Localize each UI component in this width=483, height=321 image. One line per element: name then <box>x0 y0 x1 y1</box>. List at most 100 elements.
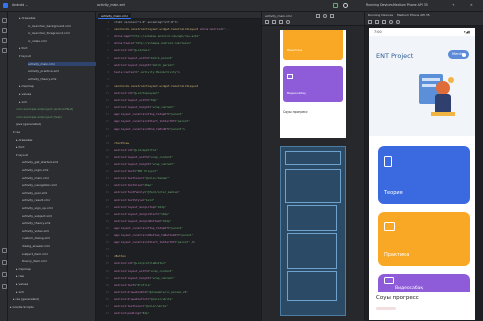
design-mode-icon[interactable] <box>316 14 320 18</box>
design-card-practice[interactable]: Практика <box>283 30 343 60</box>
running-devices-title[interactable]: Running Devices <box>366 3 393 7</box>
code-line[interactable]: <androidx.constraintlayout.widget.Constr… <box>114 84 198 89</box>
power-icon[interactable] <box>368 20 372 24</box>
code-line[interactable]: android:layout_marginBottom="16dp" <box>114 219 171 224</box>
project-tree-item[interactable]: ▸ xml <box>16 290 96 294</box>
terminal-icon[interactable] <box>1 272 7 277</box>
code-line[interactable]: app:layout_constraintTop_toTopOf="parent… <box>114 226 183 231</box>
project-tree-item[interactable]: ▸ xml <box>19 100 96 104</box>
project-tree-item[interactable]: ▸ mipmap <box>16 267 96 271</box>
code-line[interactable]: android:layout_width="wrap_content" <box>114 155 173 160</box>
code-line[interactable]: android:layout_height="wrap_content" <box>114 162 175 167</box>
code-line[interactable]: android:drawableTint="@color/white" <box>114 297 173 302</box>
project-tree-item[interactable]: activity_login.xml <box>22 168 96 172</box>
code-line[interactable]: android:layout_width="0dp" <box>114 98 158 103</box>
project-tree-item[interactable]: ▸ drawable <box>16 138 96 142</box>
code-line[interactable]: android:id="@+id/topLayout" <box>114 91 159 96</box>
emulator-screen[interactable]: 7:00 ▾◢▮ ENT Project Менің Теория Практи… <box>369 28 475 320</box>
project-tree-item[interactable]: custom_dialog.xml <box>22 236 96 240</box>
device-icon[interactable] <box>272 20 276 24</box>
project-tree-item[interactable]: subject_item.xml <box>22 252 96 256</box>
project-tree-item[interactable]: activity_get_started.xml <box>22 160 96 164</box>
code-line[interactable]: <TextView <box>114 141 129 146</box>
project-tree-item[interactable]: ic_launcher_foreground.xml <box>28 31 96 35</box>
code-line[interactable]: android:fontFamily="@font/inter_medium" <box>114 191 180 195</box>
orientation-icon[interactable] <box>265 20 269 24</box>
project-tree-item[interactable]: ▾ layout <box>19 54 96 58</box>
code-line[interactable]: app:layout_constraintEnd_toEndOf="parent… <box>114 127 185 132</box>
device-selector[interactable]: Medium Phone API 35 <box>393 3 428 7</box>
project-tree-item[interactable]: ic_launcher_background.xml <box>28 24 96 28</box>
more-icon[interactable] <box>1 48 7 53</box>
code-line[interactable]: <androidx.constraintlayout.widget.Constr… <box>114 27 230 32</box>
close-icon[interactable]: ✕ <box>470 3 473 7</box>
code-line[interactable]: android:id="@+id/main" <box>114 49 151 53</box>
practice-card[interactable]: Практика <box>378 212 470 266</box>
code-editor[interactable]: <?xml version="1.0" encoding="utf-8"?> <a… <box>112 19 261 321</box>
back-icon[interactable] <box>389 20 393 24</box>
project-tree-item[interactable]: java (generated) <box>16 122 96 126</box>
code-line[interactable]: xmlns:app="http://schemas.android.com/ap… <box>114 34 200 39</box>
code-line[interactable]: android:padding="8dp" <box>114 311 149 316</box>
code-line[interactable]: xmlns:tools="http://schemas.android.com/… <box>114 42 191 46</box>
folder-icon[interactable] <box>1 18 7 23</box>
project-tree-item[interactable]: dialog_answer.xml <box>22 244 96 248</box>
code-line[interactable]: android:layout_height="wrap_content" <box>114 105 175 110</box>
code-line[interactable]: android:id="@+id/appTitle" <box>114 148 158 153</box>
code-line[interactable]: android:textColor="@color/header" <box>114 176 170 181</box>
debug-icon[interactable] <box>343 3 348 8</box>
project-tree-item[interactable]: activity_main.xml <box>22 176 96 180</box>
project-tree-item[interactable]: ▸ res (generated) <box>13 297 96 301</box>
theme-icon[interactable] <box>286 20 290 24</box>
project-tree-item[interactable]: ▸ values <box>16 282 96 286</box>
volume-icon[interactable] <box>375 20 379 24</box>
project-tree-item[interactable]: activity_video.xml <box>22 229 96 233</box>
code-line[interactable]: android:id="@+id/profileButton" <box>114 262 166 266</box>
code-line[interactable]: android:layout_height="wrap_content" <box>114 276 175 281</box>
device-tab[interactable]: Medium Phone API 35 <box>397 13 430 17</box>
code-line[interactable]: app:layout_constraintBottom_toBottomOf="… <box>114 233 193 238</box>
code-line[interactable]: app:layout_constraintStart_toStartOf="pa… <box>114 120 190 124</box>
theory-card[interactable]: Теория <box>378 146 470 204</box>
project-tree-item[interactable]: ic_video.xml <box>28 39 96 43</box>
home-icon[interactable] <box>396 20 400 24</box>
code-line[interactable]: android:layout_width="wrap_content" <box>114 269 173 274</box>
code-line[interactable]: android:layout_height="match_parent" <box>114 63 175 68</box>
project-tree-item[interactable]: ▸ values <box>19 92 96 96</box>
project-tree-item[interactable]: activity_main.xml <box>28 61 96 66</box>
add-device-icon[interactable]: + <box>452 3 455 7</box>
project-tree-item[interactable]: com.example.entproject (test) <box>16 115 96 119</box>
video-card[interactable]: Видеосабақ <box>378 274 470 292</box>
design-card-video[interactable]: Видеосабақ <box>283 66 343 102</box>
project-tree-item[interactable]: ▸ font <box>19 46 96 50</box>
project-tree-item[interactable]: activity_practice.xml <box>28 69 96 73</box>
project-tree-item[interactable]: activity_subject.xml <box>22 214 96 218</box>
blueprint-preview[interactable] <box>280 146 346 316</box>
project-tree-item[interactable]: activity_theory.xml <box>22 221 96 225</box>
code-line[interactable]: android:textColor="@color/white" <box>114 304 168 309</box>
project-tree-item[interactable]: activity_result.xml <box>22 198 96 202</box>
build-icon[interactable] <box>1 248 7 253</box>
zoom-icon[interactable] <box>323 14 327 18</box>
code-line[interactable]: android:layout_marginStart="16dp" <box>114 212 170 217</box>
code-line[interactable]: android:text="Profile" <box>114 283 151 288</box>
project-tree-item[interactable]: ▸ mipmap <box>19 84 96 88</box>
profile-button[interactable]: Менің <box>448 50 469 59</box>
blueprint-icon[interactable] <box>330 14 334 18</box>
code-line[interactable]: app:layout_constraintTop_toTopOf="parent… <box>114 113 183 117</box>
project-tree-item[interactable]: com.example.entproject (androidTest) <box>16 107 96 111</box>
code-line[interactable]: app:layout_constraintStart_toStartOf="pa… <box>114 240 195 245</box>
project-selector[interactable]: Android ⌄ <box>12 3 28 7</box>
code-line[interactable]: android:drawableEnd="@drawable/ic_person… <box>114 290 188 295</box>
project-tree-item[interactable]: ▸ Gradle Scripts <box>10 305 96 309</box>
structure-icon[interactable] <box>1 38 7 43</box>
code-line[interactable]: <?xml version="1.0" encoding="utf-8"?> <box>114 20 178 25</box>
rotate-icon[interactable] <box>382 20 386 24</box>
project-tree-item[interactable]: ▸ raw <box>16 274 96 278</box>
commit-icon[interactable] <box>1 28 7 33</box>
code-line[interactable]: android:textSize="20sp" <box>114 184 153 188</box>
project-tree-item[interactable]: ▸ font <box>16 145 96 149</box>
project-tree-item[interactable]: theory_item.xml <box>22 259 96 263</box>
code-line[interactable]: android:text="ENT Project" <box>114 169 158 174</box>
project-tree-item[interactable]: activity_navigation.xml <box>22 183 96 187</box>
